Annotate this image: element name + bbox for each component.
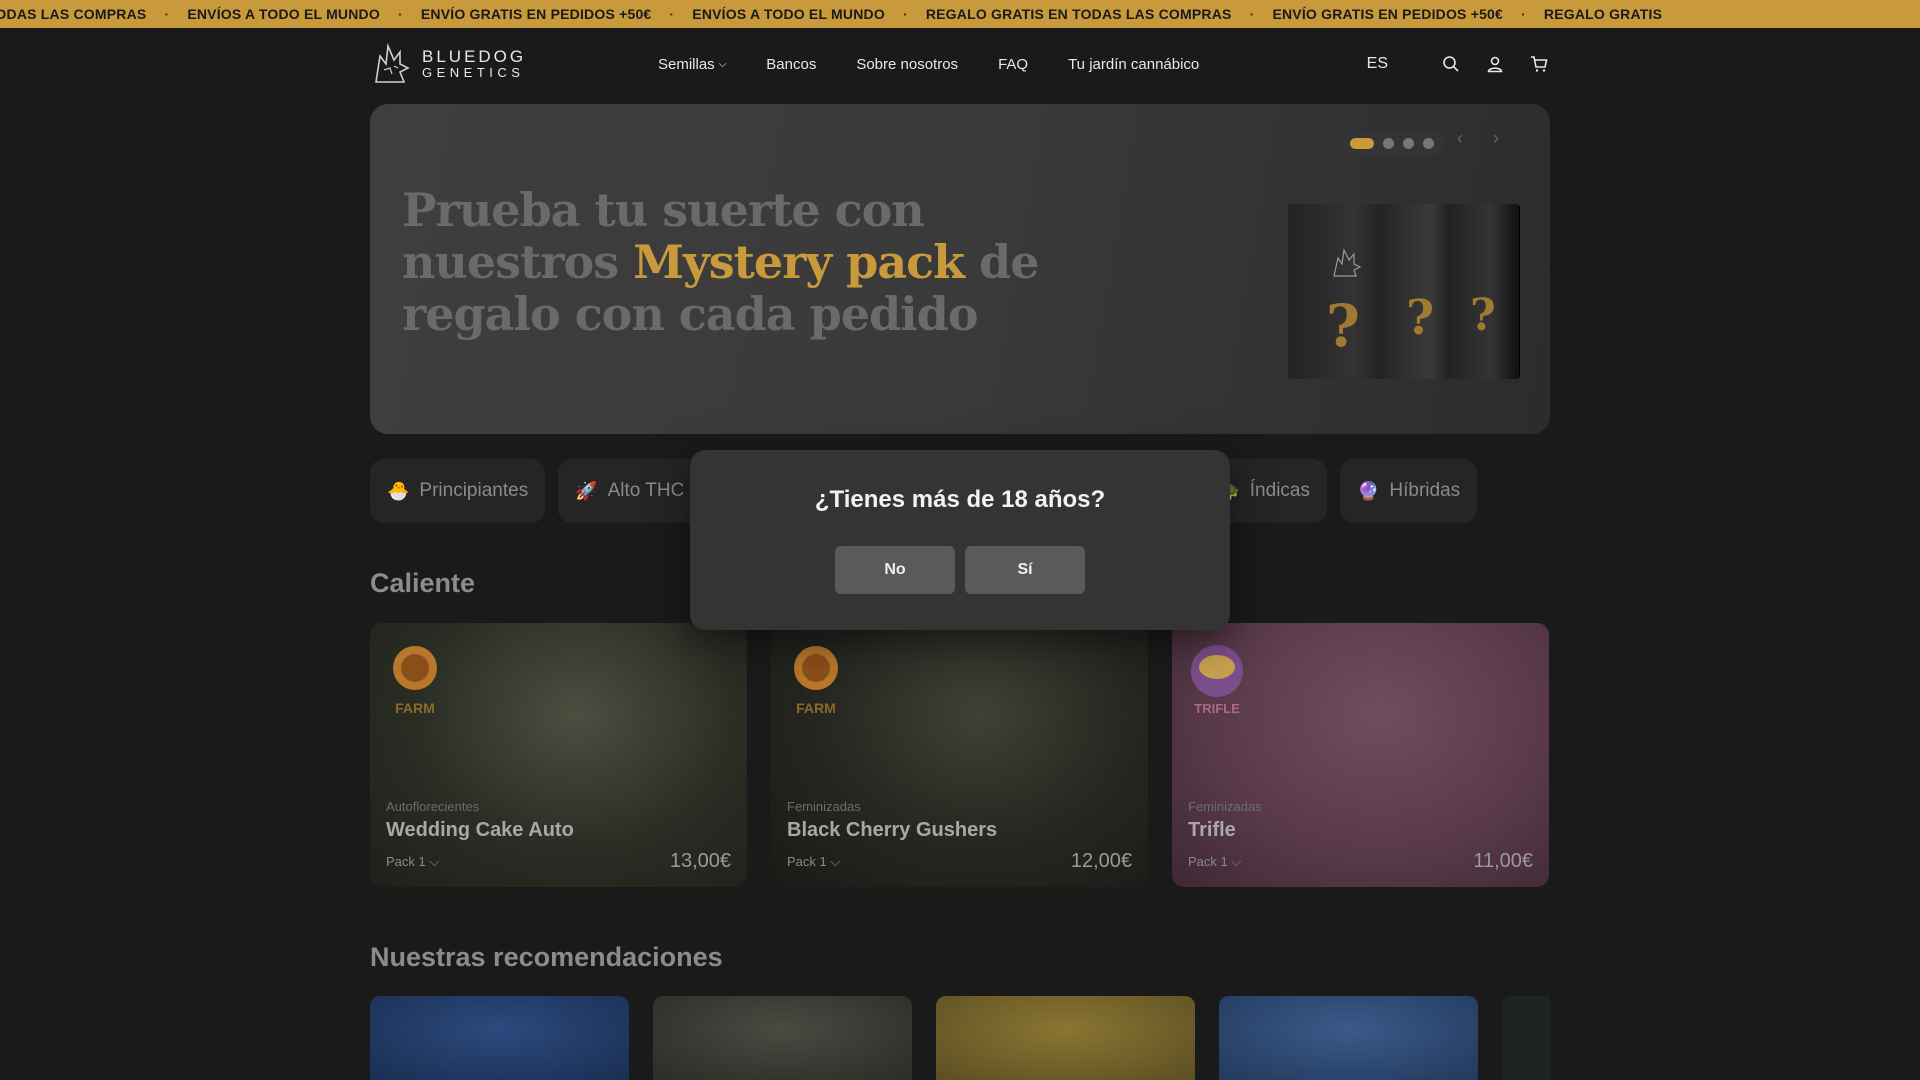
age-no-button[interactable]: No xyxy=(835,546,955,594)
age-yes-button[interactable]: Sí xyxy=(965,546,1085,594)
age-modal-actions: No Sí xyxy=(690,546,1230,594)
age-question: ¿Tienes más de 18 años? xyxy=(814,486,1106,513)
age-verification-modal: ¿Tienes más de 18 años? No Sí xyxy=(690,450,1230,630)
